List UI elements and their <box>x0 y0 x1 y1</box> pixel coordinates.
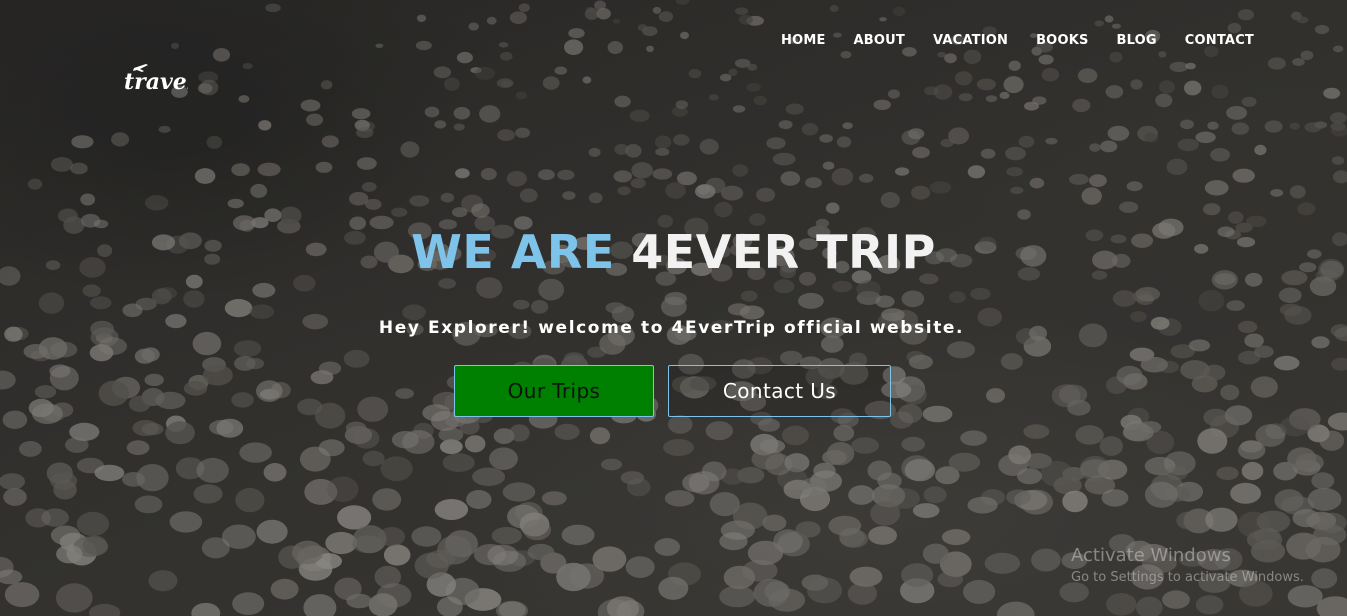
nav-item-blog[interactable]: BLOG <box>1117 33 1157 49</box>
nav-item-contact[interactable]: CONTACT <box>1185 33 1254 49</box>
hero-subtitle: Hey Explorer! welcome to 4EverTrip offic… <box>378 318 965 338</box>
nav-item-about[interactable]: ABOUT <box>854 33 905 49</box>
hero-headline: WE ARE 4EVER TRIP <box>0 222 1347 282</box>
logo[interactable]: travel <box>122 62 188 96</box>
headline-main: 4EVER TRIP <box>631 225 936 279</box>
contact-us-button[interactable]: Contact Us <box>668 365 891 417</box>
nav-item-home[interactable]: HOME <box>781 33 826 49</box>
our-trips-button[interactable]: Our Trips <box>454 365 654 417</box>
main-nav: HOME ABOUT VACATION BOOKS BLOG CONTACT <box>781 33 1254 49</box>
nav-item-vacation[interactable]: VACATION <box>933 33 1008 49</box>
nav-item-books[interactable]: BOOKS <box>1036 33 1088 49</box>
watermark-subtitle: Go to Settings to activate Windows. <box>1071 570 1304 585</box>
headline-accent: WE ARE <box>411 225 615 279</box>
background-overlay <box>0 0 1347 616</box>
hero-section: travel HOME ABOUT VACATION BOOKS BLOG CO… <box>0 0 1347 616</box>
activate-windows-watermark: Activate Windows Go to Settings to activ… <box>1071 545 1304 587</box>
watermark-title: Activate Windows <box>1071 545 1231 566</box>
logo-text: travel <box>124 69 188 95</box>
